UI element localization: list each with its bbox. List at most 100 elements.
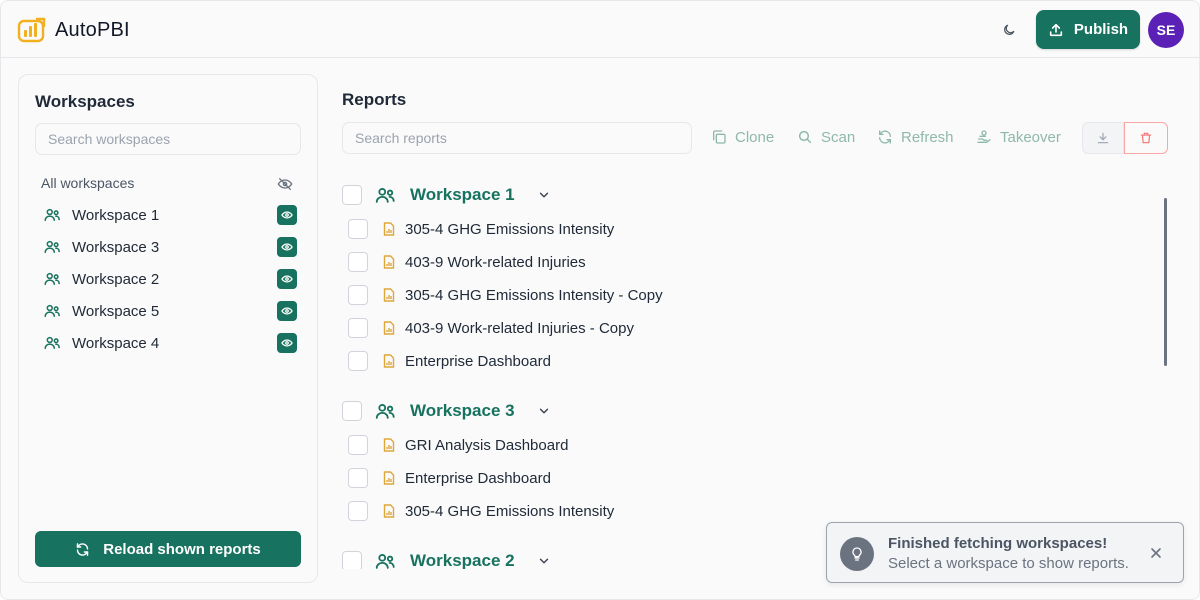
refresh-button[interactable]: Refresh (877, 127, 954, 147)
delete-button[interactable] (1124, 122, 1168, 154)
report-row[interactable]: Enterprise Dashboard (348, 351, 551, 371)
report-row[interactable]: 403-9 Work-related Injuries - Copy (348, 318, 634, 338)
eye-off-icon[interactable] (277, 176, 293, 192)
report-name: 403-9 Work-related Injuries (405, 253, 586, 271)
download-button[interactable] (1082, 122, 1124, 154)
copy-icon (713, 130, 726, 144)
workspace-group-name: Workspace 1 (410, 185, 515, 204)
user-avatar[interactable]: SE (1148, 12, 1184, 48)
sidebar-item-workspace-5[interactable]: Workspace 5 (43, 299, 297, 323)
eye-icon (281, 243, 293, 251)
lightbulb-icon (840, 537, 874, 571)
sidebar-item-workspace-4[interactable]: Workspace 4 (43, 331, 297, 355)
publish-button[interactable]: Publish (1036, 10, 1140, 49)
sidebar-item-workspace-2[interactable]: Workspace 2 (43, 267, 297, 291)
search-reports-input[interactable] (342, 122, 692, 154)
report-checkbox[interactable] (348, 501, 368, 521)
moon-icon (1004, 24, 1015, 35)
report-checkbox[interactable] (348, 285, 368, 305)
close-icon[interactable] (1148, 545, 1164, 561)
report-checkbox[interactable] (348, 435, 368, 455)
users-icon (43, 302, 61, 320)
users-icon (43, 238, 61, 256)
hand-icon (977, 130, 991, 143)
reload-label: Reload shown reports (103, 540, 261, 558)
users-icon (43, 206, 61, 224)
visibility-toggle[interactable] (277, 237, 297, 257)
top-bar: AutoPBI Publish SE (1, 1, 1199, 58)
report-row[interactable]: 305-4 GHG Emissions Intensity (348, 219, 614, 239)
takeover-label: Takeover (1000, 128, 1061, 146)
report-name: GRI Analysis Dashboard (405, 436, 569, 454)
workspace-checkbox[interactable] (342, 185, 362, 205)
users-icon (374, 185, 396, 205)
workspace-group-name: Workspace 2 (410, 551, 515, 569)
visibility-toggle[interactable] (277, 205, 297, 225)
chevron-down-icon[interactable] (537, 554, 551, 568)
visibility-toggle[interactable] (277, 333, 297, 353)
eye-icon (281, 339, 293, 347)
report-file-icon (383, 504, 395, 518)
workspace-checkbox[interactable] (342, 401, 362, 421)
visibility-toggle[interactable] (277, 269, 297, 289)
eye-icon (281, 307, 293, 315)
takeover-button[interactable]: Takeover (976, 127, 1061, 147)
report-row[interactable]: 305-4 GHG Emissions Intensity - Copy (348, 285, 663, 305)
all-workspaces-label[interactable]: All workspaces (41, 175, 134, 191)
app-window: AutoPBI Publish SE Workspaces All worksp… (0, 0, 1200, 600)
download-icon (1097, 132, 1109, 144)
visibility-toggle[interactable] (277, 301, 297, 321)
eye-icon (281, 211, 293, 219)
report-row[interactable]: 305-4 GHG Emissions Intensity (348, 501, 614, 521)
sidebar-item-workspace-3[interactable]: Workspace 3 (43, 235, 297, 259)
upload-icon (1049, 23, 1063, 36)
report-name: 305-4 GHG Emissions Intensity - Copy (405, 286, 663, 304)
users-icon (374, 551, 396, 569)
report-checkbox[interactable] (348, 468, 368, 488)
report-row[interactable]: Enterprise Dashboard (348, 468, 551, 488)
report-name: 305-4 GHG Emissions Intensity (405, 502, 615, 520)
app-logo[interactable]: AutoPBI (17, 15, 130, 45)
workspace-group-header[interactable]: Workspace 3 (342, 401, 551, 421)
reports-title: Reports (342, 90, 407, 109)
notification-toast: Finished fetching workspaces! Select a w… (826, 522, 1184, 583)
report-checkbox[interactable] (348, 318, 368, 338)
report-file-icon (383, 471, 395, 485)
workspace-group-name: Workspace 3 (410, 401, 515, 420)
clone-label: Clone (735, 128, 775, 146)
report-name: 403-9 Work-related Injuries - Copy (405, 319, 634, 337)
report-file-icon (383, 438, 395, 452)
report-file-icon (383, 321, 395, 335)
sidebar-item-label: Workspace 4 (72, 334, 160, 352)
sidebar-item-label: Workspace 3 (72, 238, 160, 256)
reload-shown-reports-button[interactable]: Reload shown reports (35, 531, 301, 567)
clone-button[interactable]: Clone (711, 127, 774, 147)
workspace-group-header[interactable]: Workspace 2 (342, 551, 551, 569)
search-workspaces-input[interactable] (35, 123, 301, 155)
workspace-checkbox[interactable] (342, 551, 362, 569)
report-row[interactable]: GRI Analysis Dashboard (348, 435, 568, 455)
publish-label: Publish (1073, 21, 1129, 38)
sidebar-item-label: Workspace 2 (72, 270, 160, 288)
toast-message: Select a workspace to show reports. (888, 555, 1129, 572)
reports-scrollbar[interactable] (1164, 198, 1167, 366)
theme-toggle-button[interactable] (999, 20, 1019, 40)
workspace-group-header[interactable]: Workspace 1 (342, 185, 551, 205)
report-checkbox[interactable] (348, 351, 368, 371)
app-title: AutoPBI (55, 18, 130, 41)
scan-button[interactable]: Scan (797, 127, 855, 147)
users-icon (43, 270, 61, 288)
users-icon (374, 401, 396, 421)
sidebar-item-workspace-1[interactable]: Workspace 1 (43, 203, 297, 227)
chevron-down-icon[interactable] (537, 188, 551, 202)
report-file-icon (383, 255, 395, 269)
chevron-down-icon[interactable] (537, 404, 551, 418)
logo-icon (17, 17, 46, 43)
report-row[interactable]: 403-9 Work-related Injuries (348, 252, 586, 272)
scan-label: Scan (821, 128, 856, 146)
report-checkbox[interactable] (348, 219, 368, 239)
search-icon (798, 130, 812, 144)
report-checkbox[interactable] (348, 252, 368, 272)
report-file-icon (383, 288, 395, 302)
workspaces-title: Workspaces (35, 92, 135, 111)
